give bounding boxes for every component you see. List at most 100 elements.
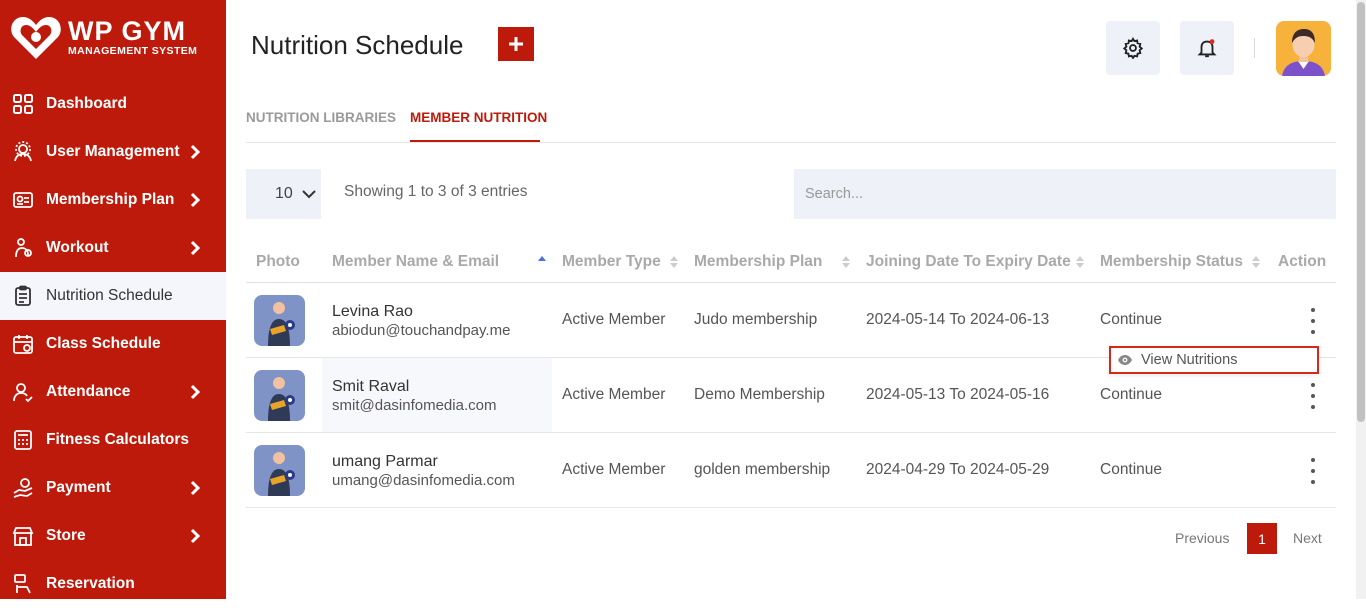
view-nutritions-menu-item[interactable]: View Nutritions: [1109, 346, 1319, 374]
payment-hand-icon: [11, 476, 35, 500]
membership-plan: Demo Membership: [694, 386, 825, 403]
header-divider: [1254, 38, 1255, 58]
row-actions-menu-icon[interactable]: [1304, 383, 1322, 409]
sidebar-item-label: Workout: [46, 239, 109, 256]
notifications-button[interactable]: [1180, 21, 1234, 75]
sidebar-item-payment[interactable]: Payment: [0, 464, 226, 512]
reservation-icon: [11, 572, 35, 596]
member-name-cell: Smit Raval smit@dasinfomedia.com: [322, 358, 552, 432]
membership-status: Continue: [1100, 386, 1163, 403]
dumbbell-icon: [11, 236, 35, 260]
sidebar-item-store[interactable]: Store: [0, 512, 226, 560]
view-nutritions-label: View Nutritions: [1141, 352, 1238, 368]
sidebar-item-workout[interactable]: Workout: [0, 224, 226, 272]
col-joining-expiry-date[interactable]: Joining Date To Expiry Date: [866, 253, 1071, 271]
table-header: Photo Member Name & Email Member Type Me…: [246, 243, 1336, 283]
member-avatar-icon: [268, 302, 295, 346]
member-name-cell: umang Parmar umang@dasinfomedia.com: [322, 433, 552, 507]
clipboard-icon: [11, 284, 35, 308]
pagination-page-1[interactable]: 1: [1247, 523, 1277, 554]
gear-icon: [1122, 37, 1144, 59]
membership-plan: Judo membership: [694, 311, 818, 328]
member-avatar-icon: [268, 377, 295, 421]
sidebar-item-nutrition-schedule[interactable]: Nutrition Schedule: [0, 272, 226, 320]
sidebar-item-membership-plan[interactable]: Membership Plan: [0, 176, 226, 224]
table-row: umang Parmar umang@dasinfomedia.com Acti…: [246, 433, 1336, 508]
page-size-select[interactable]: 10: [246, 169, 321, 219]
sidebar-item-label: Membership Plan: [46, 191, 175, 208]
sidebar-item-label: Attendance: [46, 383, 131, 400]
membership-card-icon: [11, 188, 35, 212]
sidebar-item-label: Fitness Calculators: [46, 431, 189, 448]
chevron-right-icon: [190, 480, 201, 496]
row-actions-menu-icon[interactable]: [1304, 308, 1322, 334]
member-nutrition-table: Photo Member Name & Email Member Type Me…: [246, 243, 1336, 508]
pagination-previous[interactable]: Previous: [1175, 530, 1229, 546]
sidebar-item-label: Class Schedule: [46, 335, 161, 352]
tab-nutrition-libraries[interactable]: NUTRITION LIBRARIES: [246, 110, 396, 125]
brand-subtitle: MANAGEMENT SYSTEM: [68, 44, 198, 57]
brand-logo[interactable]: WP GYM MANAGEMENT SYSTEM: [10, 12, 197, 62]
member-type: Active Member: [562, 386, 666, 403]
pagination-next[interactable]: Next: [1293, 530, 1322, 546]
col-member-type[interactable]: Member Type: [562, 253, 661, 271]
member-photo: [254, 445, 305, 496]
settings-button[interactable]: [1106, 21, 1160, 75]
user-avatar[interactable]: [1276, 21, 1331, 76]
sidebar-item-attendance[interactable]: Attendance: [0, 368, 226, 416]
member-name: Levina Rao: [332, 303, 413, 320]
sidebar-item-label: Dashboard: [46, 95, 127, 112]
member-email: abiodun@touchandpay.me: [332, 322, 511, 339]
bell-icon: [1197, 39, 1217, 58]
sidebar-item-label: Store: [46, 527, 86, 544]
store-icon: [11, 524, 35, 548]
sort-icon: [842, 256, 850, 268]
sidebar-item-dashboard[interactable]: Dashboard: [0, 80, 226, 128]
chevron-down-icon: [302, 190, 316, 199]
sidebar-item-class-schedule[interactable]: Class Schedule: [0, 320, 226, 368]
member-photo: [254, 295, 305, 346]
membership-plan: golden membership: [694, 461, 831, 478]
sidebar-item-user-management[interactable]: User Management: [0, 128, 226, 176]
member-name: Smit Raval: [332, 378, 410, 395]
col-membership-plan[interactable]: Membership Plan: [694, 253, 822, 271]
sidebar-item-label: Nutrition Schedule: [46, 287, 173, 304]
member-name: umang Parmar: [332, 453, 438, 470]
membership-dates: 2024-05-14 To 2024-06-13: [866, 311, 1050, 328]
sort-icon: [1252, 256, 1260, 268]
sidebar-item-reservation[interactable]: Reservation: [0, 560, 226, 608]
page-scrollbar[interactable]: [1356, 0, 1366, 599]
row-actions-menu-icon[interactable]: [1304, 458, 1322, 484]
sidebar-item-label: Reservation: [46, 575, 135, 592]
sidebar-item-fitness-calculators[interactable]: Fitness Calculators: [0, 416, 226, 464]
membership-status: Continue: [1100, 311, 1163, 328]
membership-status: Continue: [1100, 461, 1163, 478]
col-membership-status[interactable]: Membership Status: [1100, 253, 1243, 271]
sidebar-item-label: User Management: [46, 143, 180, 160]
membership-dates: 2024-05-13 To 2024-05-16: [866, 386, 1050, 403]
sidebar-item-label: Payment: [46, 479, 111, 496]
member-email: umang@dasinfomedia.com: [332, 472, 515, 489]
scrollbar-thumb[interactable]: [1357, 2, 1365, 422]
member-photo: [254, 370, 305, 421]
tab-member-nutrition[interactable]: MEMBER NUTRITION: [410, 110, 547, 125]
active-tab-indicator: [410, 140, 540, 142]
sort-asc-icon: [538, 256, 546, 261]
chevron-right-icon: [190, 240, 201, 256]
add-nutrition-button[interactable]: [498, 27, 534, 61]
search-input[interactable]: [794, 169, 1336, 219]
plus-icon: [509, 37, 523, 51]
col-action: Action: [1278, 253, 1327, 270]
member-avatar-icon: [268, 452, 295, 496]
dashboard-grid-icon: [11, 92, 35, 116]
col-member-name-email[interactable]: Member Name & Email: [332, 253, 499, 271]
entries-info: Showing 1 to 3 of 3 entries: [344, 183, 528, 200]
page-size-value: 10: [275, 185, 293, 202]
member-name-cell: Levina Rao abiodun@touchandpay.me: [322, 283, 552, 357]
member-email: smit@dasinfomedia.com: [332, 397, 497, 414]
eye-icon: [1118, 355, 1132, 365]
sort-icon: [1076, 256, 1084, 268]
member-type: Active Member: [562, 311, 666, 328]
chevron-right-icon: [190, 192, 201, 208]
chevron-right-icon: [190, 384, 201, 400]
